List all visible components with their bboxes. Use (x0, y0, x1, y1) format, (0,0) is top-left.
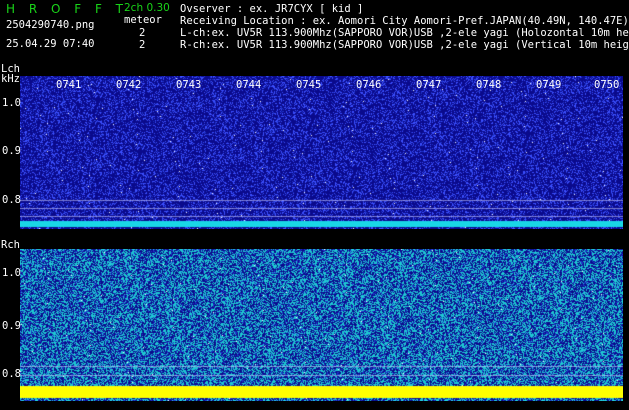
rch-ytick-0.9: 0.9 (2, 320, 21, 332)
lch-setup-line: L-ch:ex. UV5R 113.900Mhz(SAPPORO VOR)USB… (180, 27, 629, 39)
rch-label: Rch (1, 239, 20, 251)
xtick-0746: 0746 (356, 79, 382, 91)
meteor-count-right: 2 (139, 39, 146, 51)
lch-ytick-1.0: 1.0 (2, 97, 21, 109)
xtick-0743: 0743 (176, 79, 202, 91)
app-brand: H R O F F T (6, 2, 129, 16)
xtick-0749: 0749 (536, 79, 562, 91)
xtick-0744: 0744 (236, 79, 262, 91)
freq-unit-label: kHz (1, 73, 20, 85)
lch-waterfall (20, 76, 623, 229)
xtick-0750: 0750 (594, 79, 620, 91)
rch-ytick-1.0: 1.0 (2, 267, 21, 279)
meteor-count-left: 2 (139, 27, 146, 39)
xtick-0745: 0745 (296, 79, 322, 91)
date-time: 25.04.29 07:40 (6, 38, 95, 50)
channel-mode: 2ch 0.30 (124, 2, 170, 14)
xtick-0742: 0742 (116, 79, 142, 91)
lch-ytick-0.9: 0.9 (2, 145, 21, 157)
rch-setup-line: R-ch:ex. UV5R 113.900Mhz(SAPPORO VOR)USB… (180, 39, 629, 51)
xtick-0741: 0741 (56, 79, 82, 91)
xtick-0748: 0748 (476, 79, 502, 91)
rch-waterfall (20, 249, 623, 401)
detection-type: meteor (124, 14, 162, 26)
observer-line: Ovserver : ex. JR7CYX [ kid ] (180, 3, 364, 15)
lch-ytick-0.8: 0.8 (2, 194, 21, 206)
rch-ytick-0.8: 0.8 (2, 368, 21, 380)
image-filename: 2504290740.png (6, 19, 95, 31)
location-line: Receiving Location : ex. Aomori City Aom… (180, 15, 629, 27)
xtick-0747: 0747 (416, 79, 442, 91)
station-info: Ovserver : ex. JR7CYX [ kid ] Receiving … (180, 3, 629, 51)
